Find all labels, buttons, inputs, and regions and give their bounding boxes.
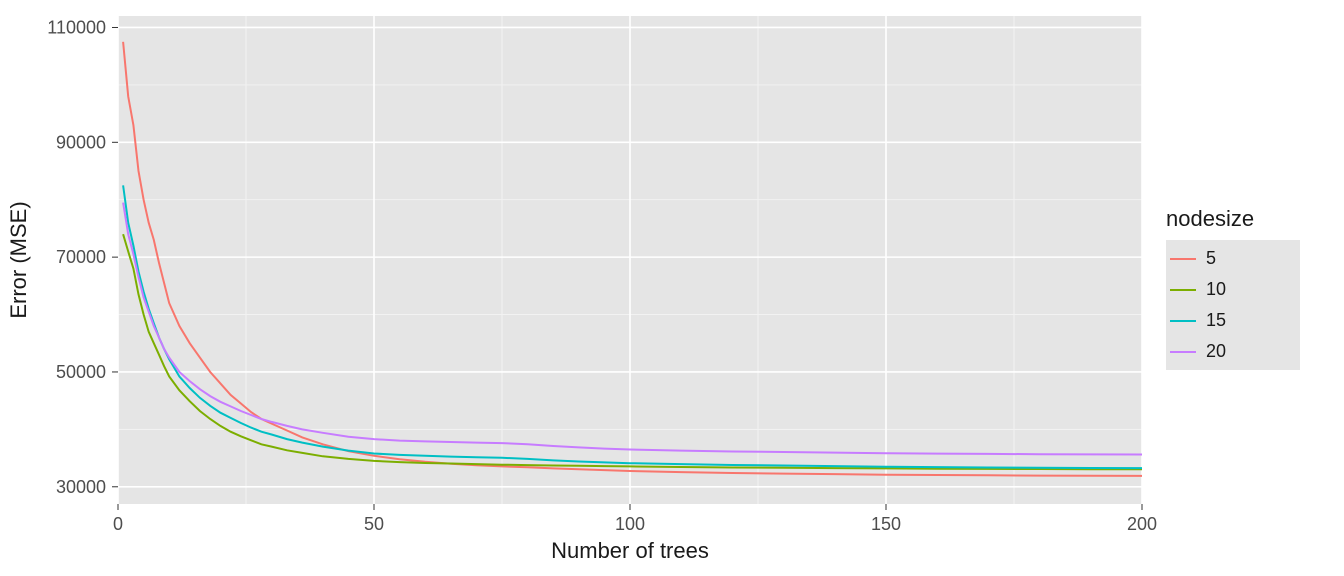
x-tick-label: 200: [1127, 514, 1157, 534]
y-tick-label: 90000: [56, 132, 106, 152]
legend-swatch: [1170, 320, 1196, 322]
legend-item-20: 20: [1170, 341, 1290, 362]
y-tick-label: 30000: [56, 477, 106, 497]
legend-swatch: [1170, 351, 1196, 353]
legend-item-15: 15: [1170, 310, 1290, 331]
x-tick-label: 0: [113, 514, 123, 534]
legend: nodesize 5 10 15 20: [1160, 0, 1344, 576]
legend-label: 20: [1206, 341, 1226, 362]
y-axis-title: Error (MSE): [6, 201, 31, 318]
mse-vs-trees-chart: 0 50 100 150 200 30000 50000 70000 90000 110000 Nu…: [0, 0, 1344, 576]
chart-svg: 0 50 100 150 200 30000 50000 70000 90000 110000 Nu…: [0, 0, 1160, 576]
plot-area: 0 50 100 150 200 30000 50000 70000 90000 110000 Nu…: [0, 0, 1160, 576]
x-tick-label: 150: [871, 514, 901, 534]
y-tick-label: 110000: [47, 17, 106, 37]
legend-item-10: 10: [1170, 279, 1290, 300]
legend-label: 5: [1206, 248, 1216, 269]
x-axis-title: Number of trees: [551, 538, 709, 563]
legend-item-5: 5: [1170, 248, 1290, 269]
y-tick-label: 50000: [56, 362, 106, 382]
legend-label: 15: [1206, 310, 1226, 331]
y-tick-label: 70000: [56, 247, 106, 267]
legend-items: 5 10 15 20: [1166, 240, 1300, 370]
x-tick-label: 100: [615, 514, 645, 534]
legend-swatch: [1170, 289, 1196, 291]
legend-label: 10: [1206, 279, 1226, 300]
x-tick-label: 50: [364, 514, 384, 534]
legend-swatch: [1170, 258, 1196, 260]
legend-title: nodesize: [1166, 206, 1344, 232]
